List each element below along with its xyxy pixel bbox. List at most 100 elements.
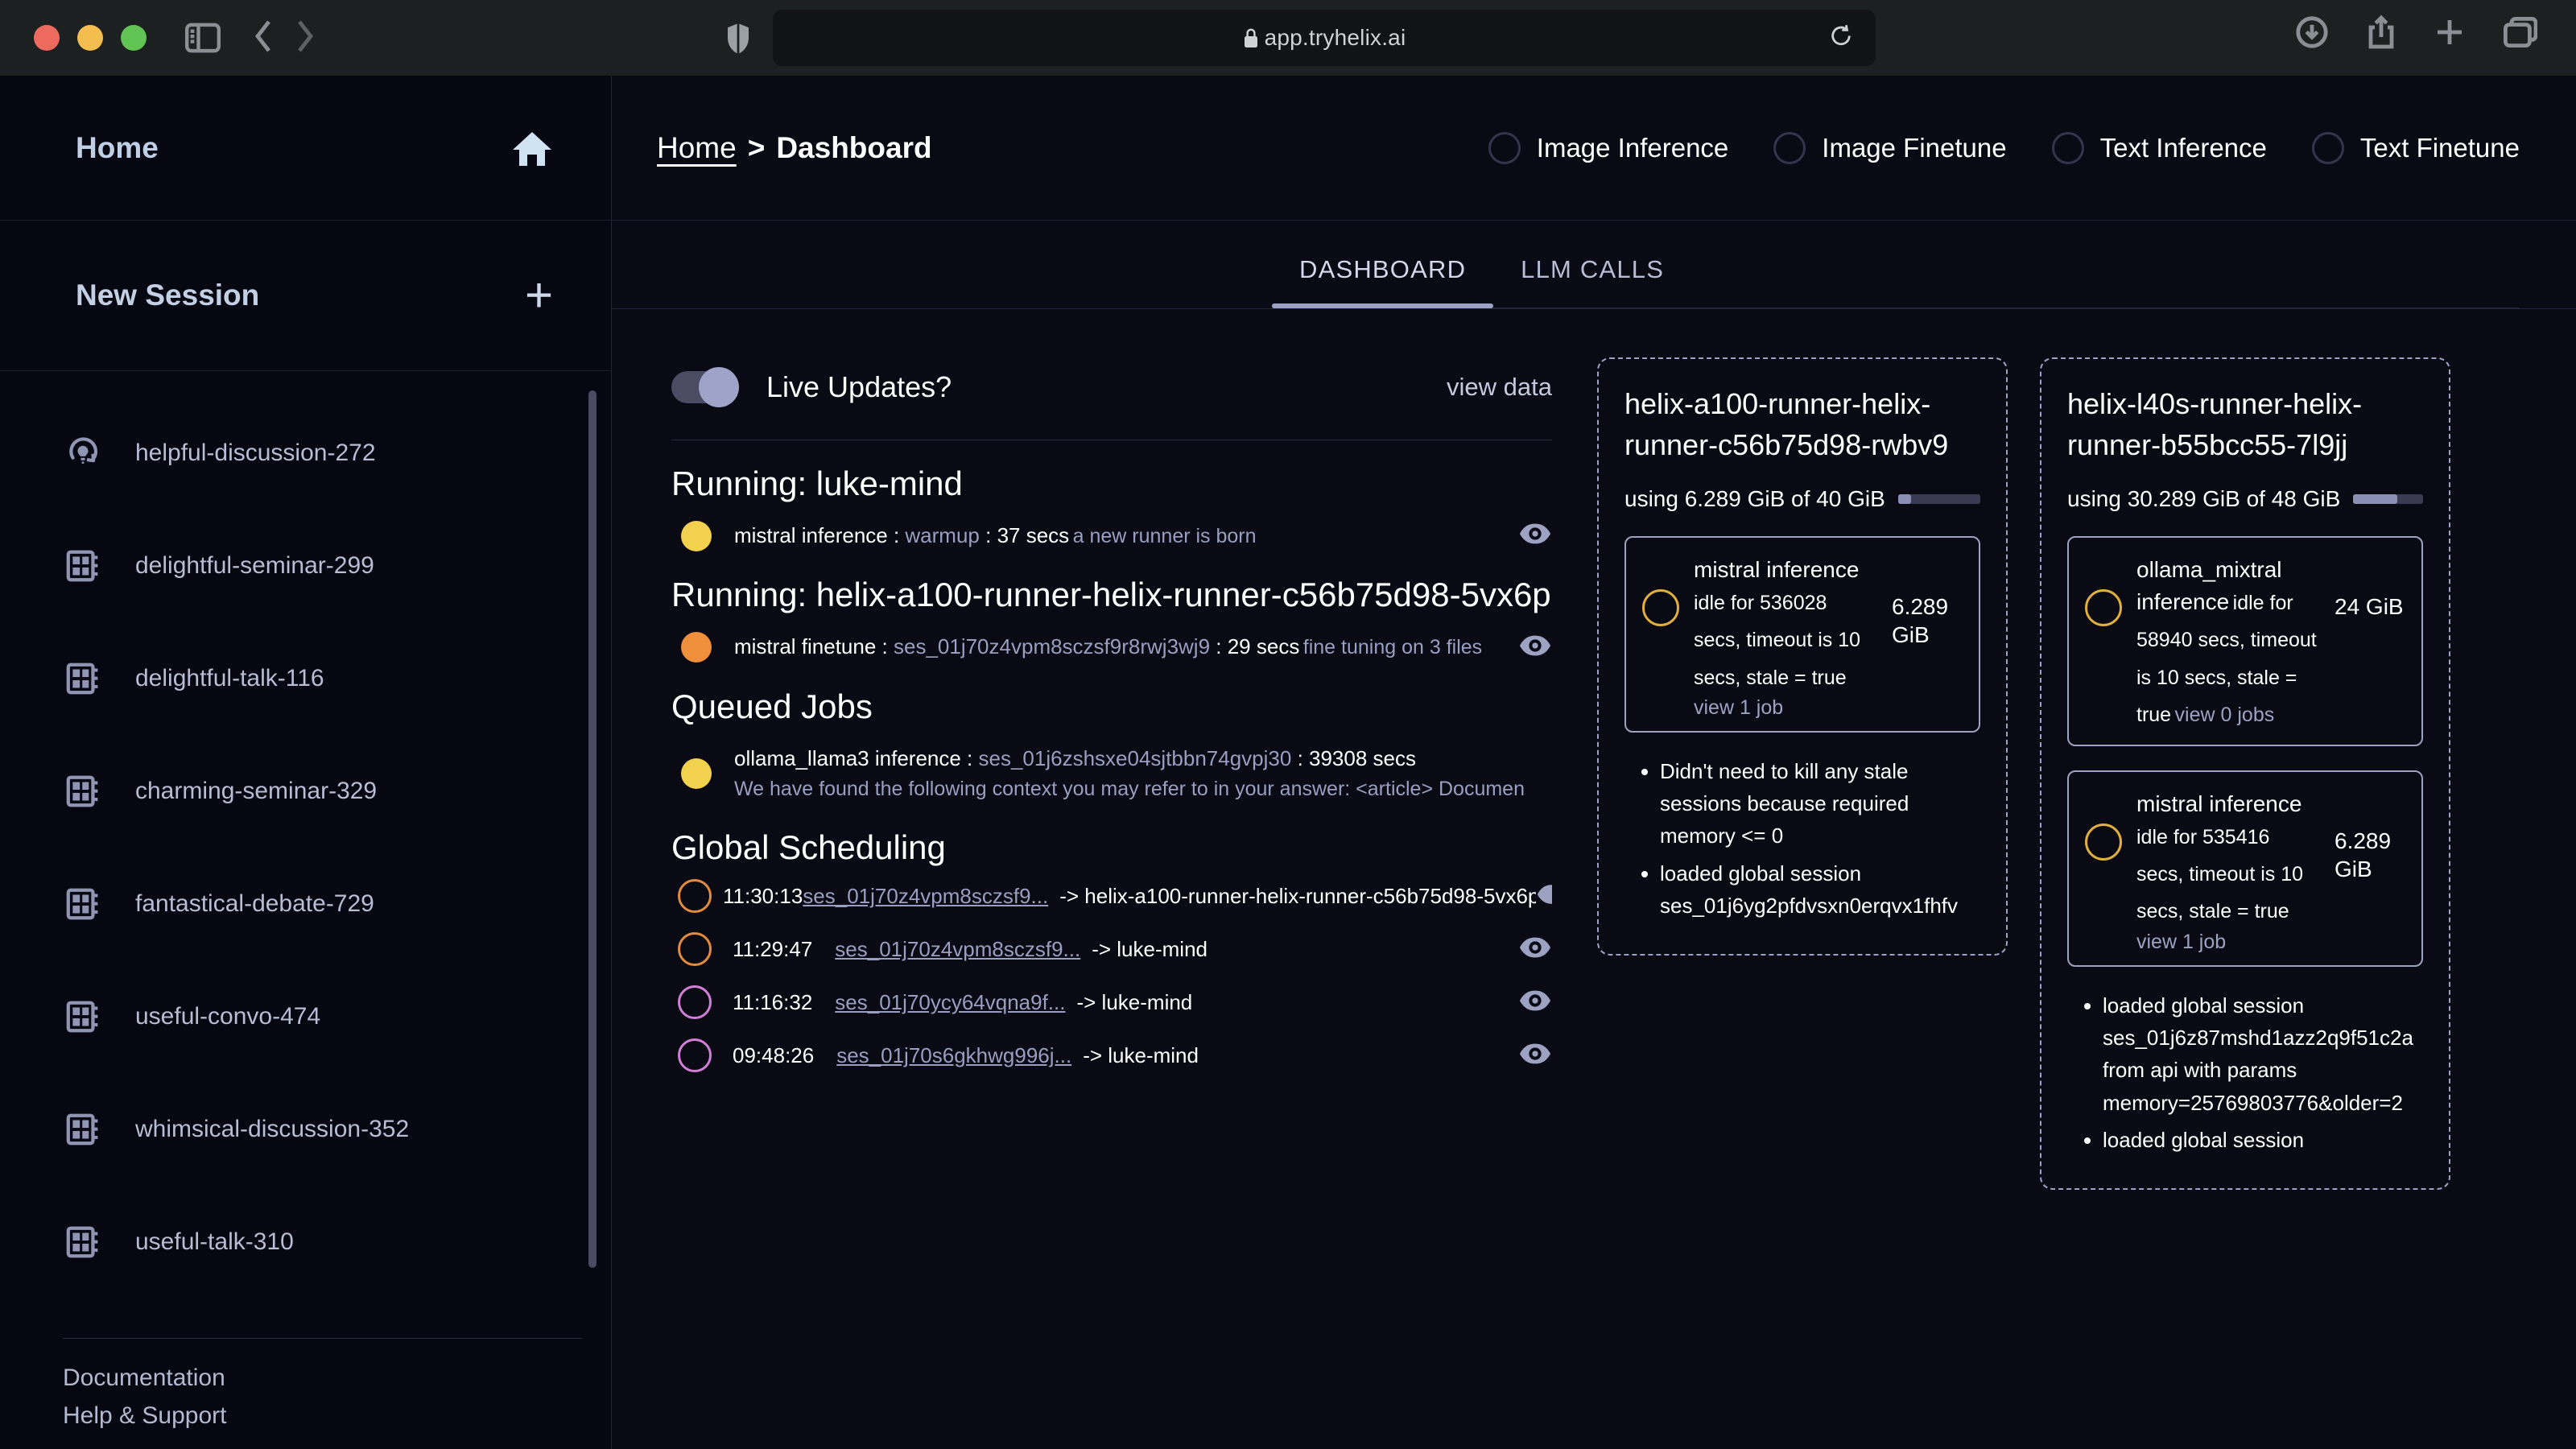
job-session: warmup: [905, 523, 979, 547]
job-duration: 29 secs: [1228, 634, 1300, 658]
job-detail: We have found the following context you …: [734, 778, 1525, 800]
session-list-item[interactable]: whimsical-discussion-352: [0, 1073, 611, 1186]
close-window-button[interactable]: [34, 25, 60, 51]
reload-icon[interactable]: [1829, 24, 1853, 52]
share-icon[interactable]: [2367, 14, 2396, 54]
runner-notes: loaded global session ses_01j6z87mshd1az…: [2103, 989, 2423, 1156]
new-session-row[interactable]: New Session +: [0, 221, 611, 371]
job-text: ollama_llama3 inference : ses_01j6zshsxe…: [734, 743, 1552, 805]
scheduling-row[interactable]: 11:29:47 ses_01j70z4vpm8sczsf9... -> luk…: [657, 923, 1567, 976]
radio-circle-icon[interactable]: [1488, 132, 1521, 164]
sidebar-scrollbar[interactable]: [588, 390, 597, 1268]
status-ring-icon: [678, 985, 712, 1019]
sidebar-link-help-support[interactable]: Help & Support: [63, 1397, 582, 1435]
session-list-item[interactable]: delightful-seminar-299: [0, 510, 611, 622]
mode-radio-image-inference[interactable]: Image Inference: [1488, 132, 1728, 164]
session-list[interactable]: helpful-discussion-272 delightful-semina…: [0, 371, 611, 1338]
scheduling-target: -> luke-mind: [1076, 990, 1192, 1015]
eye-icon[interactable]: [1518, 1042, 1552, 1070]
eye-icon[interactable]: [1518, 989, 1552, 1017]
browser-toolbar-right[interactable]: [2296, 14, 2537, 54]
sidebar-toggle-icon[interactable]: [185, 23, 221, 53]
view-data-link[interactable]: view data: [1447, 373, 1552, 402]
queued-job-row[interactable]: ollama_llama3 inference : ses_01j6zshsxe…: [657, 729, 1567, 805]
runner-model-box[interactable]: ollama_mixtral inference idle for 58940 …: [2067, 536, 2423, 746]
sidebar-link-documentation[interactable]: Documentation: [63, 1360, 582, 1397]
shield-icon[interactable]: [724, 22, 752, 54]
model-description: idle for 536028 secs, timeout is 10 secs…: [1694, 592, 1860, 689]
job-sep: :: [961, 746, 979, 770]
radio-circle-icon[interactable]: [2052, 132, 2084, 164]
live-updates-toggle[interactable]: [671, 371, 736, 403]
scheduling-session-link[interactable]: ses_01j70z4vpm8sczsf9...: [835, 937, 1080, 962]
model-description: idle for 535416 secs, timeout is 10 secs…: [2136, 826, 2303, 923]
eye-icon[interactable]: [1499, 634, 1552, 662]
mode-label: Text Inference: [2100, 133, 2267, 163]
scheduling-row[interactable]: 11:16:32 ses_01j70ycy64vqna9f... -> luke…: [657, 976, 1567, 1029]
breadcrumb-home-link[interactable]: Home: [657, 131, 737, 165]
view-jobs-link[interactable]: view 1 job: [2136, 931, 2226, 953]
minimize-window-button[interactable]: [77, 25, 103, 51]
page-title: Dashboard: [776, 131, 931, 165]
browser-nav[interactable]: [253, 19, 316, 58]
radio-circle-icon[interactable]: [2312, 132, 2344, 164]
window-controls[interactable]: [34, 25, 147, 51]
scheduling-time: 11:30:13: [723, 884, 803, 909]
session-list-item[interactable]: fantastical-debate-729: [0, 848, 611, 960]
download-icon[interactable]: [2296, 16, 2328, 52]
session-list-item[interactable]: charming-seminar-329: [0, 735, 611, 848]
chevron-left-icon[interactable]: [253, 19, 275, 58]
status-ring-icon: [1642, 589, 1679, 626]
job-model: ollama_llama3 inference: [734, 746, 961, 770]
scheduling-session-link[interactable]: ses_01j70z4vpm8sczsf9...: [803, 884, 1048, 909]
scheduling-target: -> luke-mind: [1083, 1043, 1199, 1068]
tab-bar[interactable]: DASHBOARD LLM CALLS: [612, 221, 2576, 309]
scheduling-row[interactable]: 11:30:13 ses_01j70z4vpm8sczsf9... -> hel…: [657, 869, 1567, 923]
session-list-item[interactable]: useful-convo-474: [0, 960, 611, 1073]
sidebar-home-row[interactable]: Home: [0, 76, 611, 221]
mode-radio-text-finetune[interactable]: Text Finetune: [2312, 132, 2520, 164]
eye-icon[interactable]: [1518, 935, 1552, 964]
running-job-row[interactable]: mistral finetune : ses_01j70z4vpm8sczsf9…: [657, 617, 1567, 663]
radio-circle-icon[interactable]: [1773, 132, 1806, 164]
session-list-item[interactable]: delightful-talk-116: [0, 622, 611, 735]
runner-model-box[interactable]: mistral inference idle for 536028 secs, …: [1624, 536, 1980, 733]
mode-radio-text-inference[interactable]: Text Inference: [2052, 132, 2267, 164]
session-label: delightful-seminar-299: [135, 552, 374, 580]
new-tab-icon[interactable]: [2434, 17, 2465, 52]
scheduling-row[interactable]: 09:48:26 ses_01j70s6gkhwg996j... -> luke…: [657, 1029, 1567, 1082]
view-jobs-link[interactable]: view 1 job: [1694, 696, 1783, 719]
scheduling-session-link[interactable]: ses_01j70ycy64vqna9f...: [835, 990, 1065, 1015]
session-list-item[interactable]: useful-talk-310: [0, 1186, 611, 1298]
finetune-grid-icon: [64, 886, 101, 923]
session-list-item[interactable]: helpful-discussion-272: [0, 397, 611, 510]
url-input[interactable]: app.tryhelix.ai: [773, 10, 1876, 66]
tab-overview-icon[interactable]: [2504, 17, 2537, 52]
scheduling-session-link[interactable]: ses_01j70s6gkhwg996j...: [836, 1043, 1071, 1068]
job-sep2: :: [980, 523, 997, 547]
running-job-row[interactable]: mistral inference : warmup : 37 secs a n…: [657, 506, 1567, 552]
plus-icon[interactable]: +: [525, 271, 553, 320]
model-size: 6.289 GiB: [2334, 827, 2405, 883]
address-bar-area[interactable]: app.tryhelix.ai: [724, 10, 1876, 66]
app-viewport: Home New Session + helpful-discussion-27…: [0, 76, 2576, 1449]
session-label: whimsical-discussion-352: [135, 1116, 409, 1143]
runner-cards: helix-a100-runner-helix-runner-c56b75d98…: [1597, 357, 2520, 1449]
maximize-window-button[interactable]: [121, 25, 147, 51]
tab-llm-calls[interactable]: LLM CALLS: [1493, 255, 1691, 308]
tab-dashboard[interactable]: DASHBOARD: [1272, 255, 1493, 308]
eye-icon[interactable]: [1536, 882, 1552, 910]
session-label: charming-seminar-329: [135, 778, 377, 805]
home-icon[interactable]: [511, 129, 553, 167]
session-label: useful-convo-474: [135, 1003, 320, 1030]
eye-icon[interactable]: [1499, 522, 1552, 550]
status-ring-icon: [2085, 824, 2122, 861]
mode-radio-group[interactable]: Image Inference Image Finetune Text Infe…: [1443, 132, 2520, 164]
model-title: mistral inference: [1694, 557, 1859, 582]
scheduling-time: 11:29:47: [733, 937, 812, 962]
chevron-right-icon[interactable]: [293, 19, 316, 58]
runner-model-box[interactable]: mistral inference idle for 535416 secs, …: [2067, 770, 2423, 967]
mode-radio-image-finetune[interactable]: Image Finetune: [1773, 132, 2006, 164]
finetune-grid-icon: [64, 1111, 101, 1148]
view-jobs-link[interactable]: view 0 jobs: [2175, 704, 2275, 726]
